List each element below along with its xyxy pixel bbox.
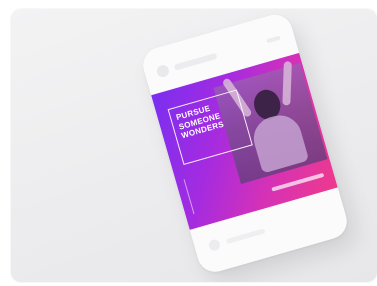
preview-card[interactable]: PURSUE SOMEONE WONDERS [11,9,377,282]
more-options-icon [266,35,281,44]
username-placeholder [173,52,218,71]
phone-mockup: PURSUE SOMEONE WONDERS [139,10,351,277]
comment-placeholder [225,228,266,245]
like-icon [207,238,222,252]
avatar [155,63,171,79]
person-arm-right [282,61,292,106]
caption-placeholder [271,172,325,192]
side-caption-line [183,177,203,215]
